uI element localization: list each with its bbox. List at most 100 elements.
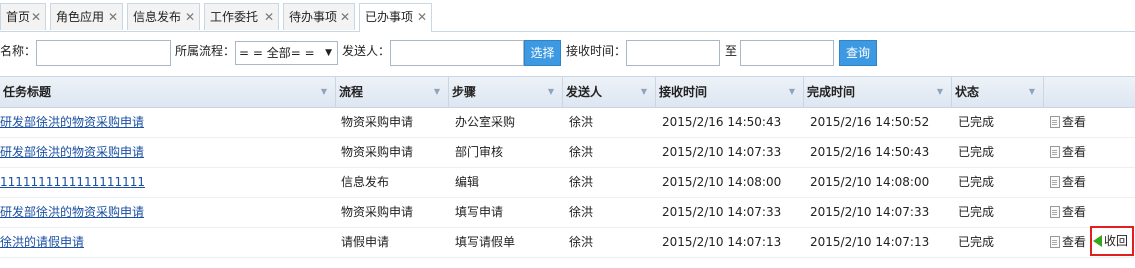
view-label: 查看: [1062, 205, 1087, 219]
sender-input[interactable]: [390, 40, 524, 66]
close-icon[interactable]: ✕: [264, 4, 274, 30]
query-button[interactable]: 查询: [839, 40, 877, 66]
name-input[interactable]: [36, 40, 171, 66]
view-button[interactable]: 查看: [1050, 197, 1086, 227]
sender-cell: 徐洪: [569, 235, 594, 249]
step-cell: 办公室采购: [455, 115, 516, 129]
task-title-link[interactable]: 研发部徐洪的物资采购申请: [0, 137, 144, 167]
col-header-title[interactable]: 任务标题 ▼: [0, 77, 336, 107]
table-row: 徐洪的请假申请 请假申请 填写请假单 徐洪 2015/2/10 14:07:13…: [0, 227, 1135, 258]
tab-done[interactable]: 已办事项 ✕: [359, 3, 432, 32]
status-cell: 已完成: [958, 235, 995, 249]
document-icon: [1050, 236, 1060, 248]
close-icon[interactable]: ✕: [108, 4, 118, 30]
sort-dropdown-icon[interactable]: ▼: [548, 77, 554, 107]
task-title-link[interactable]: 研发部徐洪的物资采购申请: [0, 197, 144, 227]
close-icon[interactable]: ✕: [31, 4, 41, 30]
col-header-label: 步骤: [452, 85, 477, 99]
filter-bar: 名称： 所属流程： = = 全部= = ▼ 发送人： 选择 接收时间： 至 查询: [0, 31, 1135, 75]
document-icon: [1050, 176, 1060, 188]
table-header: 任务标题 ▼ 流程 ▼ 步骤 ▼ 发送人 ▼ 接收时间 ▼ 完成时间 ▼ 状态 ▼: [0, 76, 1135, 108]
close-icon[interactable]: ✕: [185, 4, 195, 30]
receive-to-input[interactable]: [740, 40, 834, 66]
completed-cell: 2015/2/10 14:07:33: [810, 205, 930, 219]
sender-cell: 徐洪: [569, 205, 594, 219]
sort-dropdown-icon[interactable]: ▼: [641, 77, 647, 107]
tab-work-delegation[interactable]: 工作委托 ✕: [204, 3, 279, 30]
col-header-step[interactable]: 步骤 ▼: [449, 77, 563, 107]
col-header-sender[interactable]: 发送人 ▼: [563, 77, 656, 107]
col-header-label: 流程: [339, 85, 364, 99]
task-title-link[interactable]: 1111111111111111111: [0, 167, 145, 197]
step-cell: 填写申请: [455, 205, 504, 219]
process-cell: 信息发布: [341, 175, 390, 189]
select-sender-button[interactable]: 选择: [524, 40, 561, 66]
sender-cell: 徐洪: [569, 175, 594, 189]
col-header-completed[interactable]: 完成时间 ▼: [804, 77, 952, 107]
table-row: 研发部徐洪的物资采购申请 物资采购申请 填写申请 徐洪 2015/2/10 14…: [0, 197, 1135, 228]
green-arrow-left-icon: [1093, 235, 1102, 247]
tab-label: 首页: [6, 10, 31, 24]
tab-label: 信息发布: [133, 10, 182, 24]
process-cell: 物资采购申请: [341, 145, 414, 159]
sort-dropdown-icon[interactable]: ▼: [1029, 77, 1035, 107]
process-cell: 物资采购申请: [341, 115, 414, 129]
document-icon: [1050, 146, 1060, 158]
sort-dropdown-icon[interactable]: ▼: [937, 77, 943, 107]
view-button[interactable]: 查看: [1050, 137, 1086, 167]
received-cell: 2015/2/16 14:50:43: [662, 115, 782, 129]
col-header-received[interactable]: 接收时间 ▼: [656, 77, 804, 107]
close-icon[interactable]: ✕: [417, 4, 427, 30]
to-label: 至: [725, 44, 738, 58]
task-title-link[interactable]: 研发部徐洪的物资采购申请: [0, 107, 144, 137]
process-label: 所属流程：: [175, 44, 236, 58]
sort-dropdown-icon[interactable]: ▼: [321, 77, 327, 107]
sender-cell: 徐洪: [569, 145, 594, 159]
tab-todo[interactable]: 待办事项 ✕: [283, 3, 355, 30]
col-header-label: 完成时间: [807, 85, 856, 99]
step-cell: 部门审核: [455, 145, 504, 159]
table-row: 1111111111111111111 信息发布 编辑 徐洪 2015/2/10…: [0, 167, 1135, 198]
col-header-process[interactable]: 流程 ▼: [336, 77, 449, 107]
col-header-actions: [1044, 77, 1135, 107]
sort-dropdown-icon[interactable]: ▼: [789, 77, 795, 107]
view-button[interactable]: 查看: [1050, 107, 1086, 137]
task-title-link[interactable]: 徐洪的请假申请: [0, 227, 84, 257]
receive-from-input[interactable]: [626, 40, 720, 66]
view-label: 查看: [1062, 235, 1087, 249]
completed-cell: 2015/2/16 14:50:43: [810, 145, 930, 159]
close-icon[interactable]: ✕: [340, 4, 350, 30]
tab-info-publish[interactable]: 信息发布 ✕: [127, 3, 200, 30]
document-icon: [1050, 116, 1060, 128]
recall-label: 收回: [1104, 234, 1129, 248]
col-header-label: 任务标题: [3, 85, 52, 99]
sender-label: 发送人：: [342, 44, 391, 58]
sort-dropdown-icon[interactable]: ▼: [434, 77, 440, 107]
tab-home[interactable]: 首页 ✕: [0, 3, 46, 30]
process-select-value: = = 全部= =: [239, 46, 315, 60]
col-header-status[interactable]: 状态 ▼: [952, 77, 1044, 107]
col-header-label: 发送人: [566, 85, 603, 99]
tab-label: 角色应用: [56, 10, 105, 24]
completed-cell: 2015/2/10 14:07:13: [810, 235, 930, 249]
chevron-down-icon: ▼: [325, 48, 332, 58]
recall-button[interactable]: 收回: [1090, 226, 1134, 256]
received-cell: 2015/2/10 14:08:00: [662, 175, 782, 189]
view-label: 查看: [1062, 115, 1087, 129]
completed-cell: 2015/2/16 14:50:52: [810, 115, 930, 129]
process-select[interactable]: = = 全部= = ▼: [235, 41, 338, 65]
sender-cell: 徐洪: [569, 115, 594, 129]
completed-cell: 2015/2/10 14:08:00: [810, 175, 930, 189]
col-header-label: 状态: [955, 85, 980, 99]
view-button[interactable]: 查看: [1050, 227, 1086, 257]
tab-role-apps[interactable]: 角色应用 ✕: [50, 3, 123, 30]
view-label: 查看: [1062, 175, 1087, 189]
tab-label: 工作委托: [210, 10, 259, 24]
received-cell: 2015/2/10 14:07:13: [662, 235, 782, 249]
process-cell: 请假申请: [341, 235, 390, 249]
received-cell: 2015/2/10 14:07:33: [662, 205, 782, 219]
view-button[interactable]: 查看: [1050, 167, 1086, 197]
step-cell: 编辑: [455, 175, 480, 189]
step-cell: 填写请假单: [455, 235, 516, 249]
table-row: 研发部徐洪的物资采购申请 物资采购申请 办公室采购 徐洪 2015/2/16 1…: [0, 107, 1135, 138]
